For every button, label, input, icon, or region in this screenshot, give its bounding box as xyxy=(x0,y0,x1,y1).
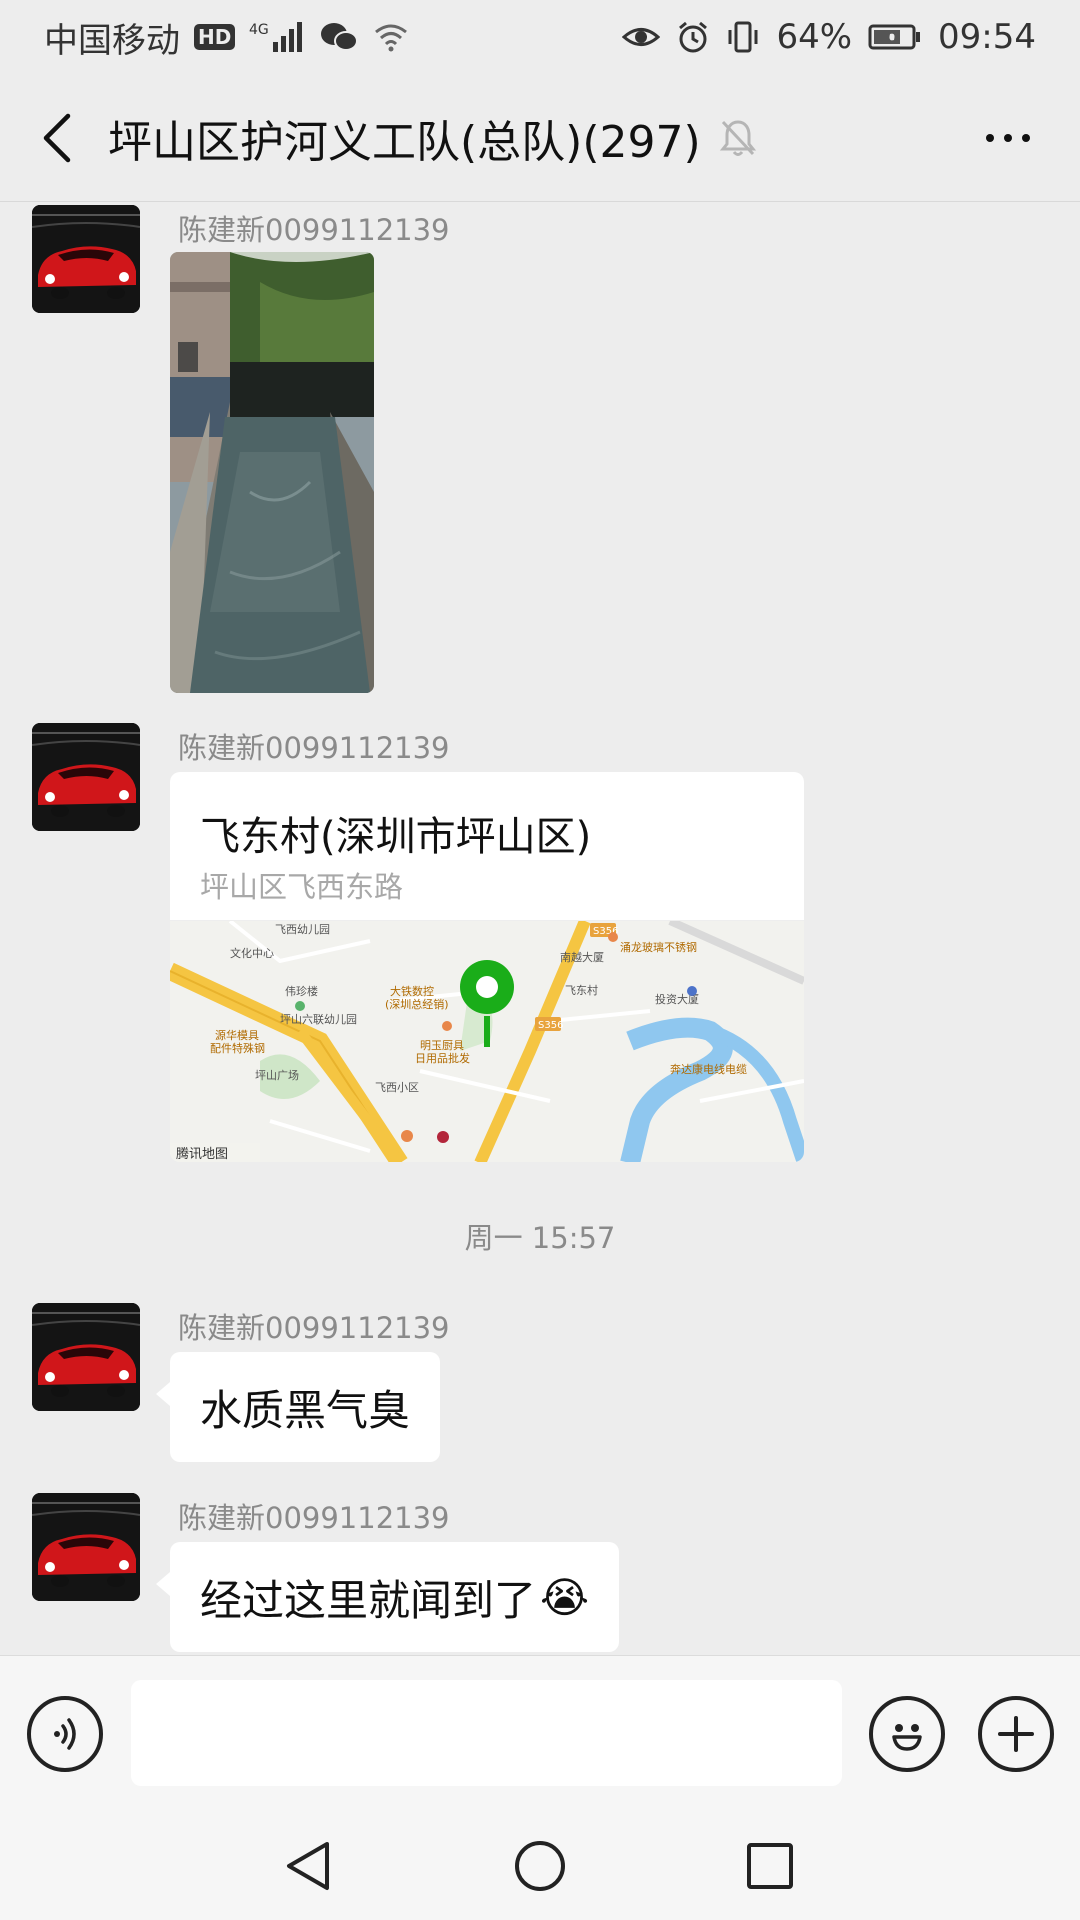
emoji-button[interactable] xyxy=(869,1696,945,1772)
map-label: 坪山广场 xyxy=(255,1068,299,1082)
avatar[interactable] xyxy=(32,1493,140,1601)
map-label: 奔达康电线电缆 xyxy=(670,1062,747,1076)
map-label: 明玉厨具 xyxy=(420,1039,464,1052)
map-label: 坪山六联幼儿园 xyxy=(280,1013,357,1026)
status-right: 64% 09:54 xyxy=(622,17,1036,57)
mute-bell-icon xyxy=(719,118,757,158)
signal-icon: 4G xyxy=(249,20,305,54)
plus-icon xyxy=(998,1716,1034,1752)
sender-name: 陈建新0099112139 xyxy=(178,213,450,247)
crying-face-emoji: 😭 xyxy=(540,1572,590,1622)
back-button[interactable] xyxy=(8,74,108,202)
chat-title: 坪山区护河义工队(总队)(297) xyxy=(108,116,701,168)
map-label: 伟珍楼 xyxy=(285,984,318,998)
battery-icon xyxy=(868,22,922,52)
map-label: 南越大厦 xyxy=(560,950,604,964)
avatar[interactable] xyxy=(32,723,140,831)
sender-name: 陈建新0099112139 xyxy=(178,1501,450,1535)
map-label: 飞西幼儿园 xyxy=(275,923,330,936)
clock-time: 09:54 xyxy=(938,17,1036,57)
message-item: 陈建新0099112139 水质黑气臭 xyxy=(0,1303,1080,1462)
status-left: 中国移动 HD 4G xyxy=(44,13,409,62)
location-map: 飞西幼儿园 文化中心 伟珍楼 大铁数控 (深圳总经销) 坪山六联幼儿园 南越大厦… xyxy=(170,917,804,1162)
text-message-bubble[interactable]: 水质黑气臭 xyxy=(155,1352,441,1462)
map-label: 涌龙玻璃不锈钢 xyxy=(620,940,697,954)
voice-icon xyxy=(54,1718,76,1750)
map-label: S356 xyxy=(538,1020,563,1031)
map-label: (深圳总经销) xyxy=(385,997,449,1011)
battery-percent: 64% xyxy=(776,17,853,57)
avatar[interactable] xyxy=(32,205,140,313)
map-label: 大铁数控 xyxy=(390,984,434,998)
hd-badge: HD xyxy=(194,24,236,50)
sender-name: 陈建新0099112139 xyxy=(178,731,450,765)
wifi-icon xyxy=(373,22,409,52)
message-list[interactable]: 陈建新0099112139 陈建新0099112139 飞东村(深圳市坪山区) … xyxy=(0,203,1080,1655)
system-nav-bar xyxy=(0,1808,1080,1920)
map-label: 配件特殊钢 xyxy=(210,1041,265,1055)
map-label: 飞西小区 xyxy=(375,1081,419,1094)
message-item: 陈建新0099112139 飞东村(深圳市坪山区) 坪山区飞西东路 飞西幼儿园 … xyxy=(0,723,1080,1162)
more-functions-button[interactable] xyxy=(978,1696,1054,1772)
location-message[interactable]: 飞东村(深圳市坪山区) 坪山区飞西东路 飞西幼儿园 文化中心 伟珍楼 大铁数控 … xyxy=(170,772,804,1162)
network-type: 4G xyxy=(249,22,269,38)
message-text: 经过这里就闻到了 xyxy=(200,1575,537,1625)
message-item: 陈建新0099112139 经过这里就闻到了 😭 xyxy=(0,1493,1080,1652)
location-name: 飞东村(深圳市坪山区) xyxy=(200,814,592,860)
sender-name: 陈建新0099112139 xyxy=(178,1311,450,1345)
more-options-button[interactable] xyxy=(986,74,1030,202)
nav-recents-button[interactable] xyxy=(740,1836,800,1896)
map-attribution: 腾讯地图 xyxy=(176,1146,228,1162)
triangle-back-icon xyxy=(287,1842,329,1890)
back-arrow-icon xyxy=(43,113,71,162)
text-message-bubble[interactable]: 经过这里就闻到了 😭 xyxy=(155,1542,620,1652)
eye-icon xyxy=(622,22,661,52)
message-item: 陈建新0099112139 xyxy=(0,203,1080,703)
square-recents-icon xyxy=(747,1843,793,1889)
input-bar xyxy=(0,1655,1080,1808)
image-message[interactable] xyxy=(170,252,374,693)
more-dot xyxy=(986,133,994,142)
more-dot xyxy=(1004,133,1012,142)
location-address: 坪山区飞西东路 xyxy=(200,870,404,904)
map-label: 文化中心 xyxy=(230,946,274,960)
message-input[interactable] xyxy=(131,1680,842,1786)
map-label: 日用品批发 xyxy=(415,1051,470,1065)
alarm-icon xyxy=(676,20,710,54)
map-label: 源华模具 xyxy=(215,1028,259,1042)
wechat-notification-icon xyxy=(319,20,359,54)
smiley-icon xyxy=(892,1724,922,1751)
timestamp-divider: 周一 15:57 xyxy=(464,1221,616,1255)
nav-back-button[interactable] xyxy=(278,1836,338,1896)
status-bar: 中国移动 HD 4G 64% 09:54 xyxy=(0,0,1080,74)
map-label: 飞东村 xyxy=(565,983,598,997)
voice-button[interactable] xyxy=(27,1696,103,1772)
carrier-name: 中国移动 xyxy=(44,20,180,61)
chat-header: 坪山区护河义工队(总队)(297) xyxy=(0,74,1080,202)
avatar[interactable] xyxy=(32,1303,140,1411)
circle-home-icon xyxy=(515,1841,565,1891)
more-dot xyxy=(1022,133,1030,142)
vibrate-icon xyxy=(726,20,760,54)
nav-home-button[interactable] xyxy=(510,1836,570,1896)
message-text: 水质黑气臭 xyxy=(200,1385,411,1435)
